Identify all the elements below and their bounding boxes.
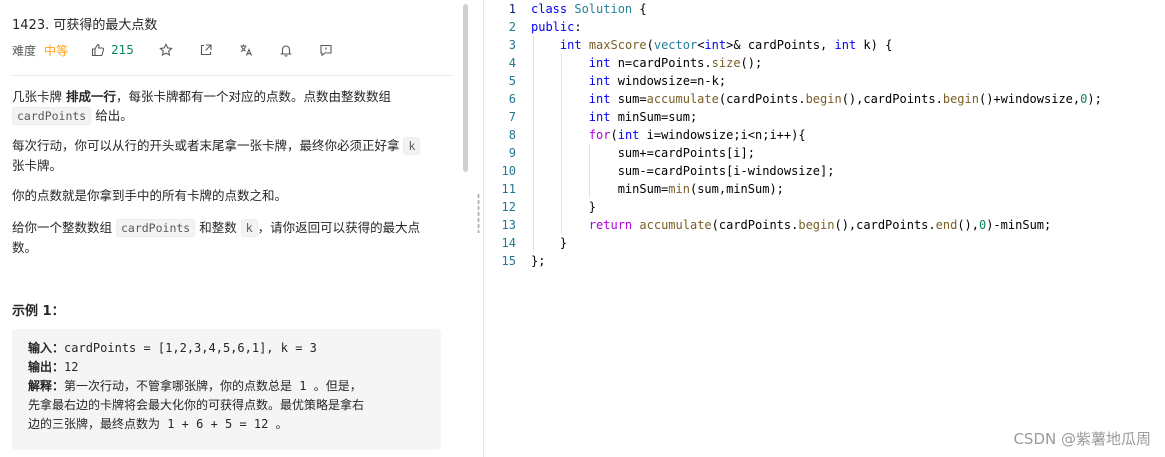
code-line: 9 sum+=cardPoints[i];	[484, 144, 1165, 162]
example-explain: 第一次行动，不管拿哪张牌，你的点数总是 1 。但是，	[64, 379, 362, 393]
share-icon[interactable]	[198, 42, 214, 58]
problem-meta-bar: 难度 中等 215	[12, 40, 334, 60]
panel-resize-handle[interactable]	[476, 0, 482, 457]
example-output-label: 输出：	[28, 360, 65, 374]
example-explain: 边的三张牌，最终点数为 1 + 6 + 5 = 12 。	[28, 417, 288, 431]
code-line: 3 int maxScore(vector<int>& cardPoints, …	[484, 36, 1165, 54]
code-line: 12 }	[484, 198, 1165, 216]
line-number: 15	[501, 254, 516, 268]
desc-text: 和整数	[195, 220, 241, 235]
problem-title: 1423. 可获得的最大点数	[12, 18, 158, 33]
desc-text: ，每张卡牌都有一个对应的点数。点数由整数数组	[116, 89, 392, 104]
code-line: 4 int n=cardPoints.size();	[484, 54, 1165, 72]
line-number: 10	[501, 164, 516, 178]
desc-bold: 排成一行	[65, 89, 116, 104]
example-explain: 先拿最右边的卡牌将会最大化你的可获得点数。最优策略是拿右	[28, 398, 365, 412]
code-line: 6 int sum=accumulate(cardPoints.begin(),…	[484, 90, 1165, 108]
code-line: 1 class Solution {	[484, 0, 1165, 18]
watermark: CSDN @紫薯地瓜周	[1013, 430, 1151, 448]
thumbs-up-icon	[90, 42, 106, 58]
code-line: 11 minSum=min(sum,minSum);	[484, 180, 1165, 198]
left-scrollbar[interactable]	[463, 4, 468, 172]
like-count: 215	[111, 43, 134, 57]
desc-text: 张卡牌。	[12, 158, 63, 173]
line-number: 5	[508, 74, 516, 88]
drag-dots-icon	[477, 193, 480, 233]
line-number: 4	[508, 56, 516, 70]
bell-icon[interactable]	[278, 42, 294, 58]
like-button[interactable]: 215	[90, 42, 134, 58]
star-icon[interactable]	[158, 42, 174, 58]
line-number: 11	[501, 182, 516, 196]
code-line: 2 public:	[484, 18, 1165, 36]
example-output: 12	[64, 360, 79, 374]
code-line: 14 }	[484, 234, 1165, 252]
problem-panel: 1423. 可获得的最大点数 难度 中等 215 几张卡牌 排成一行，每张卡牌都…	[0, 0, 462, 457]
translate-icon[interactable]	[238, 42, 254, 58]
line-number: 6	[508, 92, 516, 106]
desc-text: 给你一个整数数组	[12, 220, 116, 235]
difficulty-badge: 中等	[44, 43, 69, 58]
description-paragraph-3: 你的点数就是你拿到手中的所有卡牌的点数之和。	[12, 188, 288, 203]
line-number: 1	[508, 2, 516, 16]
example-explain-label: 解释：	[28, 379, 65, 393]
description-paragraph-1: 几张卡牌 排成一行，每张卡牌都有一个对应的点数。点数由整数数组 cardPoint…	[12, 87, 442, 126]
code-line: 5 int windowsize=n-k;	[484, 72, 1165, 90]
desc-text: 几张卡牌	[12, 89, 66, 104]
description-paragraph-2: 每次行动，你可以从行的开头或者末尾拿一张卡牌，最终你必须正好拿 k 张卡牌。	[12, 136, 442, 175]
code-line: 13 return accumulate(cardPoints.begin(),…	[484, 216, 1165, 234]
line-number: 9	[508, 146, 516, 160]
example-title: 示例 1：	[12, 304, 65, 319]
line-number: 12	[501, 200, 516, 214]
line-number: 2	[508, 20, 516, 34]
code-line: 10 sum-=cardPoints[i-windowsize];	[484, 162, 1165, 180]
divider-line	[12, 75, 452, 76]
code-editor[interactable]: 1 class Solution { 2 public: 3 int maxScor…	[484, 0, 1165, 457]
example-input: cardPoints = [1,2,3,4,5,6,1], k = 3	[64, 341, 317, 355]
code-line: 15};	[484, 252, 1165, 270]
inline-code: cardPoints	[115, 219, 196, 237]
comment-icon[interactable]	[318, 42, 334, 58]
desc-text: 每次行动，你可以从行的开头或者末尾拿一张卡牌，最终你必须正好拿	[12, 138, 404, 153]
line-number: 13	[501, 218, 516, 232]
inline-code: k	[240, 219, 258, 237]
example-input-label: 输入：	[28, 341, 65, 355]
code-line: 8 for(int i=windowsize;i<n;i++){	[484, 126, 1165, 144]
line-number: 8	[508, 128, 516, 142]
difficulty-label: 难度	[12, 43, 37, 58]
line-number: 14	[501, 236, 516, 250]
description-paragraph-4: 给你一个整数数组 cardPoints 和整数 k ，请你返回可以获得的最大点数。	[12, 218, 442, 257]
line-number: 3	[508, 38, 516, 52]
inline-code: cardPoints	[12, 107, 92, 125]
code-line: 7 int minSum=sum;	[484, 108, 1165, 126]
line-number: 7	[508, 110, 516, 124]
example-box: 输入：cardPoints = [1,2,3,4,5,6,1], k = 3 输…	[12, 329, 441, 450]
desc-text: 给出。	[91, 108, 133, 123]
inline-code: k	[403, 137, 421, 155]
